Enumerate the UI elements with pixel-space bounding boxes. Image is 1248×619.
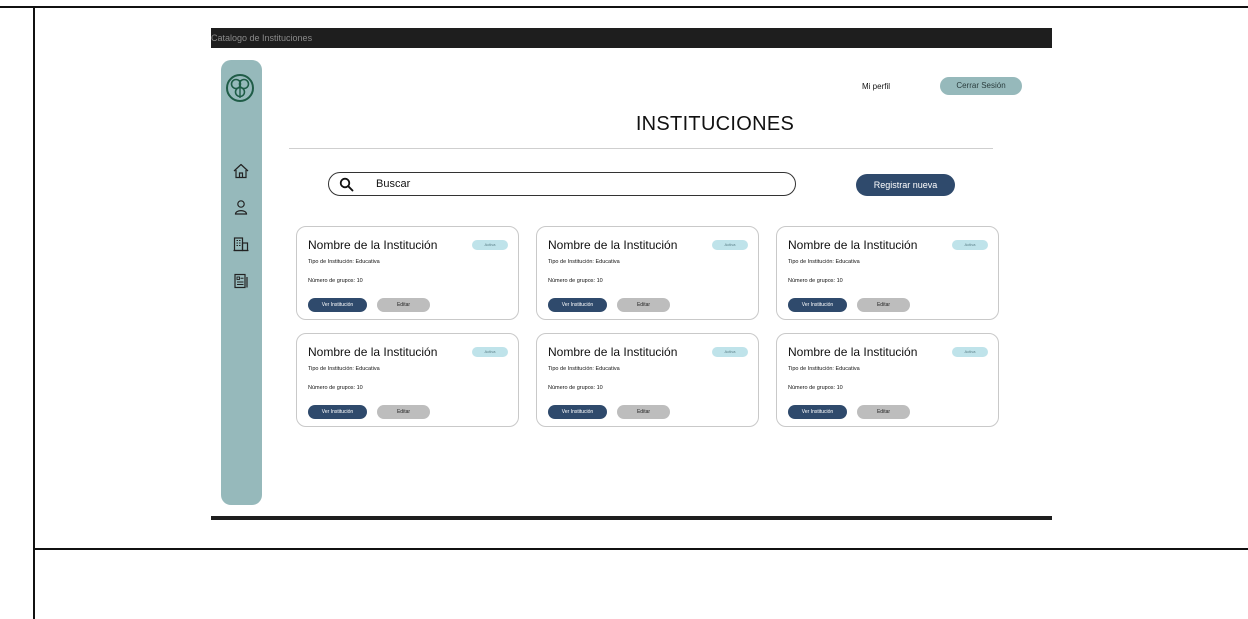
view-institution-button[interactable]: Ver Institución xyxy=(308,405,367,419)
frame-divider-left xyxy=(33,6,35,619)
status-badge: Activa xyxy=(472,347,508,357)
status-badge: Activa xyxy=(472,240,508,250)
user-icon[interactable] xyxy=(232,198,250,216)
institution-name: Nombre de la Institución xyxy=(308,345,438,359)
institution-type: Tipo de Institución: Educativa xyxy=(308,259,380,265)
group-count: Número de grupos: 10 xyxy=(548,278,603,284)
status-badge: Activa xyxy=(712,240,748,250)
group-count: Número de grupos: 10 xyxy=(788,278,843,284)
institution-type: Tipo de Institución: Educativa xyxy=(548,366,620,372)
group-count: Número de grupos: 10 xyxy=(548,385,603,391)
search-input[interactable]: Buscar xyxy=(328,172,796,196)
institution-type: Tipo de Institución: Educativa xyxy=(548,259,620,265)
logout-button[interactable]: Cerrar Sesión xyxy=(940,77,1022,95)
register-new-button[interactable]: Registrar nueva xyxy=(856,174,955,196)
frame-divider-bottom xyxy=(33,548,1248,550)
page-title: INSTITUCIONES xyxy=(635,113,795,135)
institution-card: Nombre de la Institución Activa Tipo de … xyxy=(536,226,759,320)
institution-name: Nombre de la Institución xyxy=(788,238,918,252)
institution-card: Nombre de la Institución Activa Tipo de … xyxy=(536,333,759,427)
edit-button[interactable]: Editar xyxy=(617,298,670,312)
institution-name: Nombre de la Institución xyxy=(308,238,438,252)
institution-card: Nombre de la Institución Activa Tipo de … xyxy=(776,333,999,427)
view-institution-button[interactable]: Ver Institución xyxy=(308,298,367,312)
home-icon[interactable] xyxy=(232,162,250,180)
institution-name: Nombre de la Institución xyxy=(548,238,678,252)
view-institution-button[interactable]: Ver Institución xyxy=(548,405,607,419)
institution-card: Nombre de la Institución Activa Tipo de … xyxy=(296,226,519,320)
window-title: Catalogo de Instituciones xyxy=(211,33,313,43)
edit-button[interactable]: Editar xyxy=(377,298,430,312)
institution-type: Tipo de Institución: Educativa xyxy=(788,366,860,372)
group-count: Número de grupos: 10 xyxy=(788,385,843,391)
institution-card: Nombre de la Institución Activa Tipo de … xyxy=(296,333,519,427)
search-icon xyxy=(339,177,354,192)
group-count: Número de grupos: 10 xyxy=(308,278,363,284)
search-placeholder: Buscar xyxy=(376,178,411,190)
group-count: Número de grupos: 10 xyxy=(308,385,363,391)
edit-button[interactable]: Editar xyxy=(617,405,670,419)
title-divider xyxy=(289,148,993,149)
status-badge: Activa xyxy=(952,347,988,357)
document-list-icon[interactable] xyxy=(232,272,250,290)
institution-name: Nombre de la Institución xyxy=(548,345,678,359)
status-badge: Activa xyxy=(712,347,748,357)
edit-button[interactable]: Editar xyxy=(857,298,910,312)
logo-icon xyxy=(226,74,254,102)
institution-card: Nombre de la Institución Activa Tipo de … xyxy=(776,226,999,320)
profile-link[interactable]: Mi perfil xyxy=(862,77,890,96)
edit-button[interactable]: Editar xyxy=(377,405,430,419)
app-window: Catalogo de Instituciones Mi perfil Cerr… xyxy=(211,28,1052,520)
view-institution-button[interactable]: Ver Institución xyxy=(788,405,847,419)
building-icon[interactable] xyxy=(232,235,250,253)
window-title-bar: Catalogo de Instituciones xyxy=(211,28,1052,48)
institution-type: Tipo de Institución: Educativa xyxy=(788,259,860,265)
institution-type: Tipo de Institución: Educativa xyxy=(308,366,380,372)
window-bottom-bar xyxy=(211,516,1052,520)
view-institution-button[interactable]: Ver Institución xyxy=(548,298,607,312)
status-badge: Activa xyxy=(952,240,988,250)
frame-divider-top xyxy=(0,6,1248,8)
institution-name: Nombre de la Institución xyxy=(788,345,918,359)
edit-button[interactable]: Editar xyxy=(857,405,910,419)
view-institution-button[interactable]: Ver Institución xyxy=(788,298,847,312)
